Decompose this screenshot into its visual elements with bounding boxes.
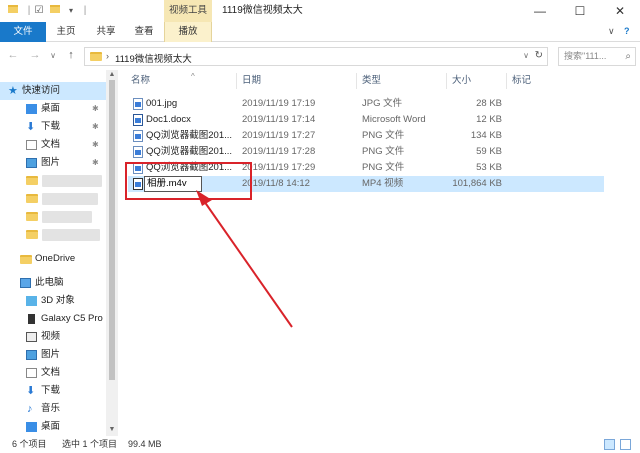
item-count: 6 个项目 <box>12 439 47 449</box>
arrow-head <box>196 190 212 206</box>
annotation-arrow <box>196 190 293 328</box>
details-view-icon[interactable] <box>604 439 615 450</box>
selected-count: 选中 1 个项目 <box>62 439 118 449</box>
arrow-shaft <box>203 200 293 328</box>
status-bar: 6 个项目 选中 1 个项目 99.4 MB <box>0 436 640 453</box>
selected-size: 99.4 MB <box>128 439 162 449</box>
large-icons-view-icon[interactable] <box>620 439 631 450</box>
